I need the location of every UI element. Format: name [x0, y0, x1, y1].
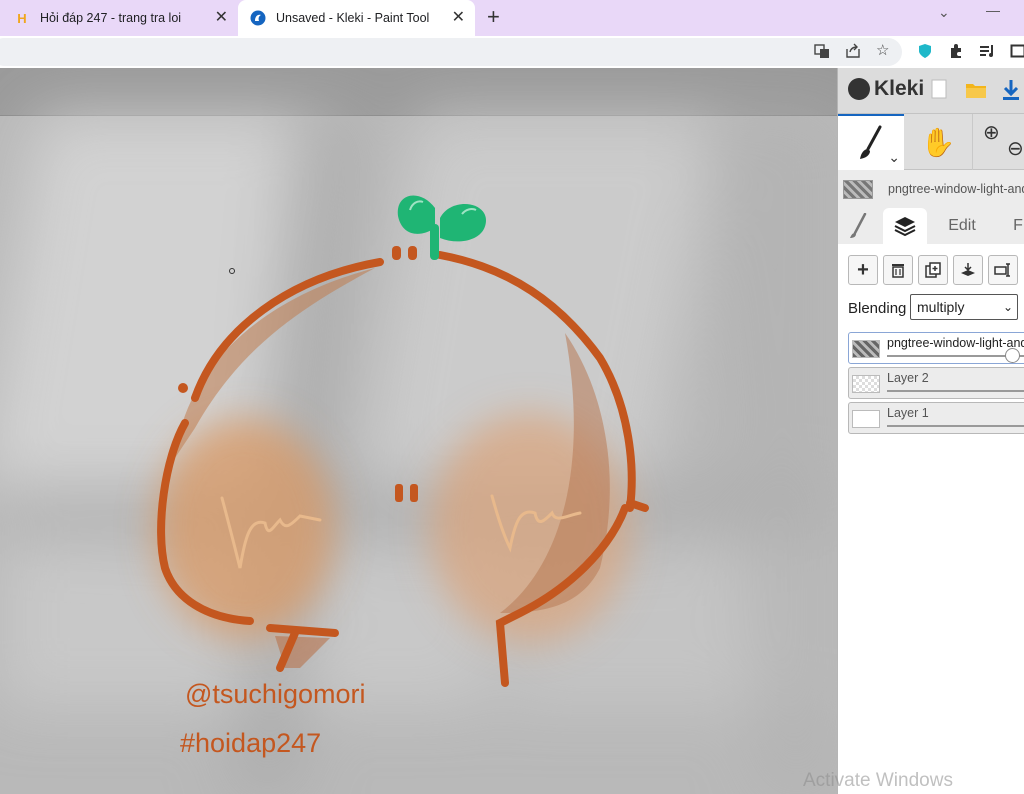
tab-kleki[interactable]: Unsaved - Kleki - Paint Tool ✕ [238, 0, 475, 36]
brush-tool-button[interactable]: ⌄ [838, 114, 904, 170]
layers-icon [894, 217, 916, 237]
layer-thumbnail [852, 340, 880, 358]
hand-icon: ✋ [920, 126, 956, 158]
tab-search-chevron-icon[interactable]: ⌄ [938, 4, 950, 21]
layer-item[interactable]: Layer 1 [848, 402, 1024, 434]
kleki-logo[interactable]: Kleki [848, 77, 924, 101]
brush-tab-icon [850, 213, 867, 238]
rename-layer-button[interactable] [988, 255, 1018, 285]
drawing-canvas-area[interactable]: @tsuchigomori #hoidap247 [0, 68, 837, 794]
tab-title: Unsaved - Kleki - Paint Tool [276, 11, 430, 25]
minimize-icon[interactable]: — [986, 2, 1000, 18]
open-folder-icon[interactable] [965, 81, 987, 104]
tab-filter[interactable]: F [1008, 208, 1024, 244]
layer-opacity-slider[interactable] [887, 355, 1024, 357]
add-layer-button[interactable]: + [848, 255, 878, 285]
blending-select[interactable]: multiply ⌄ [910, 294, 1018, 320]
layer-item[interactable]: pngtree-window-light-and-shadow [848, 332, 1024, 364]
tab-brush-settings[interactable] [838, 208, 880, 244]
bookmark-star-icon[interactable]: ☆ [876, 43, 889, 59]
kleki-sidebar: Kleki ⌄ ✋ ⊕ ⊖ pngtree-window-light-and-s… [837, 68, 1024, 794]
brush-options-chevron-icon[interactable]: ⌄ [888, 149, 900, 166]
tool-selector: ⌄ ✋ ⊕ ⊖ [838, 114, 1024, 170]
duplicate-layer-button[interactable] [918, 255, 948, 285]
zoom-out-icon[interactable]: ⊖ [1007, 136, 1024, 161]
layer-item[interactable]: Layer 2 [848, 367, 1024, 399]
side-panel-icon[interactable] [1010, 43, 1024, 63]
kleki-favicon-icon [250, 10, 266, 26]
new-file-icon[interactable] [931, 79, 947, 104]
browser-toolbar: ☆ [0, 36, 1024, 68]
tab-hoidap247[interactable]: H Hỏi đáp 247 - trang tra loi ✕ [0, 0, 238, 36]
blending-row: Blending multiply ⌄ [838, 288, 1024, 326]
hand-tool-button[interactable]: ✋ [904, 114, 972, 170]
kleki-logo-icon [848, 78, 870, 100]
plus-icon: + [857, 258, 869, 281]
rename-icon [994, 263, 1010, 277]
merge-down-icon [961, 263, 975, 276]
close-tab-icon[interactable]: ✕ [215, 10, 228, 26]
browser-tab-bar: H Hỏi đáp 247 - trang tra loi ✕ Unsaved … [0, 0, 1024, 36]
share-icon[interactable] [845, 43, 861, 63]
blending-value: multiply [917, 299, 965, 315]
layer-name: Layer 2 [887, 371, 929, 385]
layer-actions: + [838, 244, 1024, 288]
file-name: pngtree-window-light-and-shadow-overlay [888, 182, 1024, 196]
drawing-canvas[interactable] [0, 68, 837, 794]
duplicate-icon [925, 262, 941, 278]
caption-handle: @tsuchigomori [185, 679, 366, 709]
file-thumbnail [843, 180, 873, 199]
layer-thumbnail [852, 375, 880, 393]
address-bar[interactable] [0, 38, 902, 66]
translate-icon[interactable] [814, 43, 830, 63]
chevron-down-icon: ⌄ [1002, 300, 1013, 314]
close-tab-icon[interactable]: ✕ [452, 10, 465, 26]
merge-down-button[interactable] [953, 255, 983, 285]
kleki-logo-text: Kleki [874, 77, 925, 100]
layer-name: pngtree-window-light-and-shadow [887, 336, 1024, 350]
layer-name: Layer 1 [887, 406, 929, 420]
activate-windows-watermark: Activate Windows [803, 770, 953, 791]
trash-icon [892, 264, 904, 278]
zoom-controls: ⊕ ⊖ [972, 114, 1024, 170]
tab-edit[interactable]: Edit [934, 208, 990, 244]
layer-thumbnail [852, 410, 880, 428]
brush-icon [860, 125, 882, 159]
kleki-header: Kleki [838, 68, 1024, 114]
tab-layers[interactable] [883, 208, 927, 244]
extension-shield-icon[interactable] [917, 43, 933, 63]
hoidap-favicon-icon: H [17, 10, 27, 26]
delete-layer-button[interactable] [883, 255, 913, 285]
layer-opacity-knob[interactable] [1005, 348, 1020, 363]
media-control-icon[interactable] [979, 43, 995, 63]
file-info: pngtree-window-light-and-shadow-overlay [838, 172, 1024, 208]
extensions-puzzle-icon[interactable] [948, 43, 964, 63]
download-icon[interactable] [1002, 79, 1020, 106]
layer-opacity-slider[interactable] [887, 425, 1024, 427]
layer-opacity-slider[interactable] [887, 390, 1024, 392]
layer-list: pngtree-window-light-and-shadow Layer 2 … [838, 326, 1024, 794]
sidebar-tabs: Edit F [838, 208, 1024, 244]
blending-label: Blending [848, 300, 907, 317]
tab-title: Hỏi đáp 247 - trang tra loi [40, 11, 182, 25]
caption-tag: #hoidap247 [180, 728, 322, 758]
zoom-in-icon[interactable]: ⊕ [983, 120, 1000, 145]
new-tab-icon[interactable]: + [487, 6, 500, 28]
